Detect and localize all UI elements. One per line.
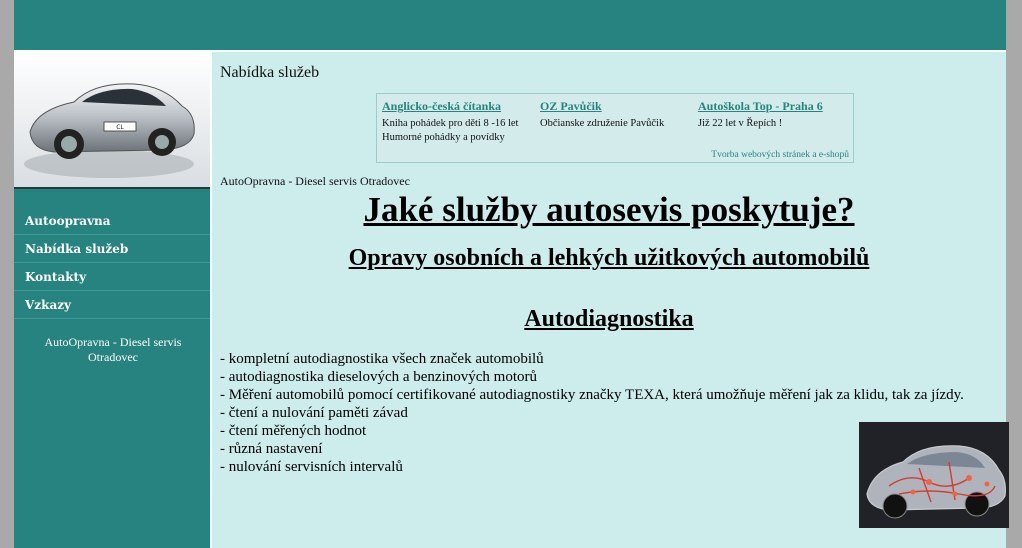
content-subtitle: Opravy osobních a lehkých užitkových aut… bbox=[348, 245, 870, 271]
sidebar-item-kontakty[interactable]: Kontakty bbox=[14, 263, 210, 291]
breadcrumb: AutoOpravna - Diesel servis Otradovec bbox=[220, 174, 410, 188]
sidebar-item-autoopravna[interactable]: Autoopravna bbox=[14, 207, 210, 235]
list-item: - čtení a nulování paměti závad bbox=[220, 405, 408, 421]
ad-item: Autoškola Top - Praha 6 Již 22 let v Řep… bbox=[698, 99, 848, 131]
ad-item: OZ Pavůčik Občianske združenie Pavůčik bbox=[540, 99, 690, 131]
page-frame: CL Autoopravna Nabídka služeb Kontakty V… bbox=[14, 0, 1009, 548]
ad-link[interactable]: Autoškola Top - Praha 6 bbox=[698, 99, 848, 114]
ads-footer-link[interactable]: Tvorba webových stránek a e-shopů bbox=[711, 150, 849, 160]
sidebar-item-nabidka-sluzeb[interactable]: Nabídka služeb bbox=[14, 235, 210, 263]
ad-text: Již 22 let v Řepích ! bbox=[698, 118, 783, 129]
sidebar: CL Autoopravna Nabídka služeb Kontakty V… bbox=[14, 52, 210, 548]
page-title: Nabídka služeb bbox=[220, 64, 320, 81]
ad-box: Anglicko-česká čítanka Kniha pohádek pro… bbox=[376, 93, 854, 163]
list-item: - kompletní autodiagnostika všech značek… bbox=[220, 351, 544, 367]
content-title: Jaké služby autosevis poskytuje? bbox=[363, 190, 855, 229]
ad-text: Občianske združenie Pavůčik bbox=[540, 118, 665, 129]
section-heading: Autodiagnostika bbox=[524, 306, 694, 332]
svg-text:CL: CL bbox=[116, 124, 124, 131]
ad-text: Kniha pohádek pro děti 8 -16 let Humorné… bbox=[382, 118, 519, 143]
ad-item: Anglicko-česká čítanka Kniha pohádek pro… bbox=[382, 99, 532, 145]
main-content: Nabídka služeb Anglicko-česká čítanka Kn… bbox=[212, 52, 1009, 548]
top-banner bbox=[14, 0, 1006, 50]
car-diagnostics-image bbox=[859, 422, 1009, 528]
sidebar-nav: Autoopravna Nabídka služeb Kontakty Vzka… bbox=[14, 207, 210, 319]
ad-link[interactable]: OZ Pavůčik bbox=[540, 99, 690, 114]
list-item: - Měření automobilů pomocí certifikované… bbox=[220, 387, 964, 403]
sidebar-note: AutoOpravna - Diesel servis Otradovec bbox=[44, 335, 182, 364]
car-photo: CL bbox=[14, 52, 210, 189]
ad-link[interactable]: Anglicko-česká čítanka bbox=[382, 99, 532, 114]
list-item: - autodiagnostika dieselových a benzinov… bbox=[220, 369, 537, 385]
sidebar-item-vzkazy[interactable]: Vzkazy bbox=[14, 291, 210, 319]
